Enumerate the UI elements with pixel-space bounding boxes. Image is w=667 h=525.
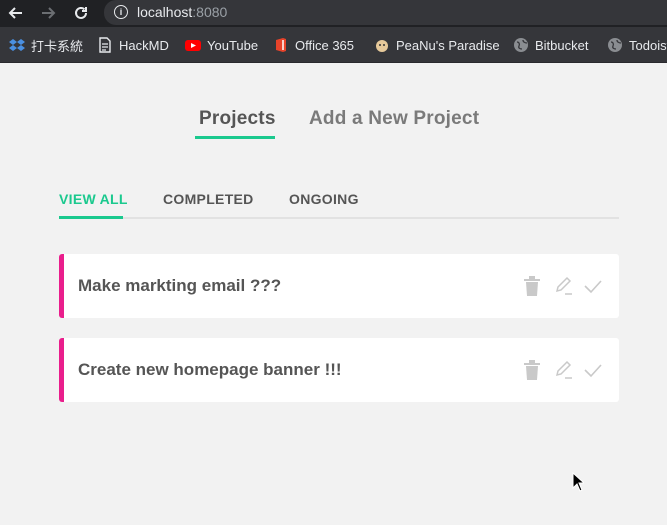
check-icon[interactable] — [581, 274, 605, 298]
bookmark-daka[interactable]: 打卡系統 — [9, 36, 83, 54]
bookmark-hackmd[interactable]: HackMD — [97, 36, 169, 54]
office-icon — [273, 37, 289, 53]
bookmark-office365[interactable]: Office 365 — [273, 36, 354, 54]
youtube-icon — [185, 37, 201, 53]
tab-projects[interactable]: Projects — [199, 108, 276, 130]
active-tab-indicator — [195, 136, 275, 139]
project-title[interactable]: Make markting email ??? — [78, 276, 281, 296]
trash-icon[interactable] — [520, 274, 544, 298]
active-filter-indicator — [59, 216, 123, 219]
bookmark-label: Todoist — [629, 37, 667, 53]
info-icon[interactable]: i — [114, 5, 128, 19]
forward-arrow-icon[interactable] — [38, 3, 58, 23]
dropbox-icon — [9, 37, 25, 53]
filter-completed[interactable]: COMPLETED — [163, 191, 254, 207]
filter-ongoing[interactable]: ONGOING — [289, 191, 359, 207]
check-icon[interactable] — [581, 358, 605, 382]
project-card: Make markting email ??? — [59, 254, 619, 318]
globe-icon — [513, 37, 529, 53]
bookmark-label: HackMD — [119, 37, 169, 53]
bookmark-label: YouTube — [207, 37, 259, 53]
bookmark-label: 打卡系統 — [31, 38, 84, 54]
url-text: localhost:8080 — [137, 4, 228, 20]
bookmark-todoist[interactable]: Todoist — [607, 36, 667, 54]
edit-pencil-icon[interactable] — [552, 274, 576, 298]
document-icon — [97, 37, 113, 53]
filter-divider — [59, 217, 619, 219]
peanut-icon — [374, 37, 390, 53]
bookmark-label: Office 365 — [295, 37, 355, 53]
back-arrow-icon[interactable] — [6, 3, 26, 23]
bookmark-bitbucket[interactable]: Bitbucket — [513, 36, 588, 54]
project-card: Create new homepage banner !!! — [59, 338, 619, 402]
tab-add-new-project[interactable]: Add a New Project — [309, 108, 479, 130]
project-title[interactable]: Create new homepage banner !!! — [78, 360, 342, 380]
trash-icon[interactable] — [520, 358, 544, 382]
bookmark-label: Bitbucket — [535, 37, 589, 53]
globe-icon — [607, 37, 623, 53]
reload-icon[interactable] — [71, 3, 91, 23]
mouse-cursor-icon — [572, 471, 586, 492]
browser-toolbar: i localhost:8080 — [0, 0, 667, 27]
address-bar[interactable]: i localhost:8080 — [104, 0, 667, 25]
bookmark-label: PeaNu's Paradise — [396, 37, 500, 53]
bookmarks-bar: 打卡系統 HackMD YouTube Office 365 PeaNu's P… — [0, 27, 667, 63]
bookmark-youtube[interactable]: YouTube — [185, 36, 258, 54]
bookmark-peanu[interactable]: PeaNu's Paradise — [374, 36, 500, 54]
filter-view-all[interactable]: VIEW ALL — [59, 191, 128, 207]
edit-pencil-icon[interactable] — [552, 358, 576, 382]
